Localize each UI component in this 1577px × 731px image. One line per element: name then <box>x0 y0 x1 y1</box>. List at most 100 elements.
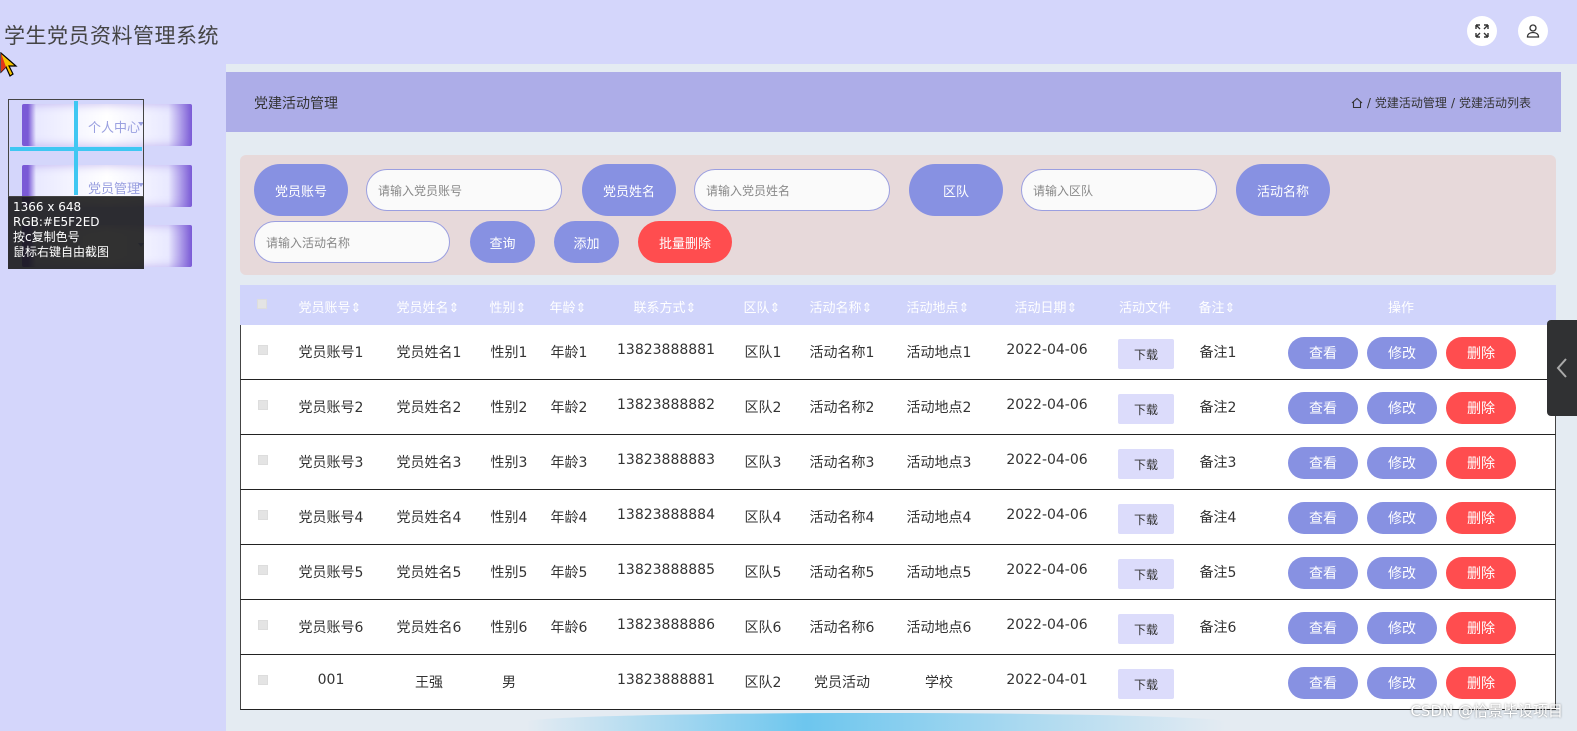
th-gender[interactable]: 性别⇕ <box>490 297 527 316</box>
th-team[interactable]: 区队⇕ <box>744 297 781 316</box>
select-all-checkbox[interactable] <box>257 299 267 309</box>
batch-delete-button[interactable]: 批量删除 <box>638 221 732 263</box>
cell-place: 学校 <box>925 675 953 691</box>
account-search-input[interactable]: 请输入党员账号 <box>366 169 562 211</box>
user-button[interactable] <box>1518 16 1548 46</box>
delete-button[interactable]: 删除 <box>1446 392 1516 424</box>
watermark: CSDN @恰景毕设项目 <box>1410 702 1563 720</box>
delete-button[interactable]: 删除 <box>1446 557 1516 589</box>
query-button[interactable]: 查询 <box>470 221 535 263</box>
edit-button[interactable]: 修改 <box>1367 502 1437 534</box>
add-button[interactable]: 添加 <box>554 221 619 263</box>
th-activity[interactable]: 活动名称⇕ <box>810 297 873 316</box>
th-remark[interactable]: 备注⇕ <box>1199 297 1236 316</box>
cell-place: 活动地点4 <box>906 510 972 526</box>
view-button[interactable]: 查看 <box>1288 392 1358 424</box>
download-button[interactable]: 下载 <box>1118 394 1174 424</box>
view-button[interactable]: 查看 <box>1288 337 1358 369</box>
cell-place: 活动地点6 <box>906 620 972 636</box>
view-button[interactable]: 查看 <box>1288 502 1358 534</box>
th-actions: 操作 <box>1387 301 1415 316</box>
table-row: 党员账号3 党员姓名3 性别3 年龄3 13823888883 区队3 活动名称3 活动地点3… <box>240 435 1556 490</box>
view-button[interactable]: 查看 <box>1288 667 1358 699</box>
edit-button[interactable]: 修改 <box>1367 612 1437 644</box>
edit-button[interactable]: 修改 <box>1367 392 1437 424</box>
cell-age: 年龄1 <box>550 345 588 361</box>
row-checkbox[interactable] <box>258 510 268 520</box>
cell-account: 党员账号4 <box>298 510 364 526</box>
fullscreen-button[interactable] <box>1467 16 1497 46</box>
edit-button[interactable]: 修改 <box>1367 337 1437 369</box>
th-date[interactable]: 活动日期⇕ <box>1015 297 1078 316</box>
name-search-input[interactable]: 请输入党员姓名 <box>694 169 890 211</box>
color-picker-overlay: 1366 x 648 RGB:#E5F2ED 按c复制色号 鼠标右键自由截图 <box>8 99 144 269</box>
table-row: 党员账号2 党员姓名2 性别2 年龄2 13823888882 区队2 活动名称2 活动地点2… <box>240 380 1556 435</box>
row-checkbox[interactable] <box>258 620 268 630</box>
row-checkbox[interactable] <box>258 455 268 465</box>
cell-activity: 活动名称6 <box>809 620 875 636</box>
picker-rgb: RGB:#E5F2ED <box>13 215 100 229</box>
view-button[interactable]: 查看 <box>1288 447 1358 479</box>
view-button[interactable]: 查看 <box>1288 557 1358 589</box>
decorative-wave <box>526 713 1226 731</box>
table-row: 党员账号6 党员姓名6 性别6 年龄6 13823888886 区队6 活动名称6 活动地点6… <box>240 600 1556 655</box>
th-age[interactable]: 年龄⇕ <box>550 297 587 316</box>
cell-name: 党员姓名1 <box>396 345 462 361</box>
home-icon[interactable] <box>1351 97 1363 109</box>
delete-button[interactable]: 删除 <box>1446 502 1516 534</box>
user-icon <box>1526 24 1540 38</box>
delete-button[interactable]: 删除 <box>1446 612 1516 644</box>
side-drawer-toggle[interactable] <box>1547 320 1577 416</box>
row-checkbox[interactable] <box>258 675 268 685</box>
download-button[interactable]: 下载 <box>1118 449 1174 479</box>
table-row: 党员账号5 党员姓名5 性别5 年龄5 13823888885 区队5 活动名称5 活动地点5… <box>240 545 1556 600</box>
cell-phone: 13823888881 <box>617 672 715 688</box>
row-checkbox[interactable] <box>258 345 268 355</box>
th-account[interactable]: 党员账号⇕ <box>299 297 362 316</box>
edit-button[interactable]: 修改 <box>1367 557 1437 589</box>
cell-team: 区队1 <box>744 345 782 361</box>
delete-button[interactable]: 删除 <box>1446 447 1516 479</box>
breadcrumb-item[interactable]: 党建活动管理 <box>1375 94 1447 111</box>
cell-name: 王强 <box>415 675 443 691</box>
breadcrumb-item: 党建活动列表 <box>1458 96 1531 110</box>
cell-team: 区队4 <box>744 510 782 526</box>
page-header: 党建活动管理 / 党建活动管理 / 党建活动列表 <box>226 72 1561 132</box>
edit-button[interactable]: 修改 <box>1367 447 1437 479</box>
team-label: 区队 <box>909 164 1003 216</box>
row-checkbox[interactable] <box>258 400 268 410</box>
cell-account: 党员账号2 <box>298 400 364 416</box>
cell-activity: 活动名称1 <box>809 345 875 361</box>
cell-remark: 备注1 <box>1199 345 1237 361</box>
activity-search-input[interactable]: 请输入活动名称 <box>254 221 450 263</box>
cell-place: 活动地点2 <box>906 400 972 416</box>
view-button[interactable]: 查看 <box>1288 612 1358 644</box>
th-name[interactable]: 党员姓名⇕ <box>397 297 460 316</box>
cell-gender: 性别4 <box>490 510 528 526</box>
cell-phone: 13823888885 <box>617 562 715 578</box>
cell-date: 2022-04-06 <box>1006 507 1088 523</box>
cell-gender: 男 <box>502 675 516 691</box>
download-button[interactable]: 下载 <box>1118 559 1174 589</box>
delete-button[interactable]: 删除 <box>1446 337 1516 369</box>
activity-label: 活动名称 <box>1236 164 1330 216</box>
chevron-left-icon <box>1556 358 1567 378</box>
cell-age: 年龄3 <box>550 455 588 471</box>
cell-phone: 13823888884 <box>617 507 715 523</box>
download-button[interactable]: 下载 <box>1118 614 1174 644</box>
download-button[interactable]: 下载 <box>1118 339 1174 369</box>
edit-button[interactable]: 修改 <box>1367 667 1437 699</box>
picker-copy-hint: 按c复制色号 <box>13 230 80 244</box>
download-button[interactable]: 下载 <box>1118 504 1174 534</box>
cursor-icon <box>0 52 18 77</box>
row-checkbox[interactable] <box>258 565 268 575</box>
cell-activity: 活动名称3 <box>809 455 875 471</box>
download-button[interactable]: 下载 <box>1118 669 1174 699</box>
picker-size: 1366 x 648 <box>13 200 82 214</box>
th-place[interactable]: 活动地点⇕ <box>907 297 970 316</box>
team-search-input[interactable]: 请输入区队 <box>1021 169 1217 211</box>
cell-place: 活动地点5 <box>906 565 972 581</box>
delete-button[interactable]: 删除 <box>1446 667 1516 699</box>
cell-age: 年龄6 <box>550 620 588 636</box>
th-phone[interactable]: 联系方式⇕ <box>634 297 697 316</box>
